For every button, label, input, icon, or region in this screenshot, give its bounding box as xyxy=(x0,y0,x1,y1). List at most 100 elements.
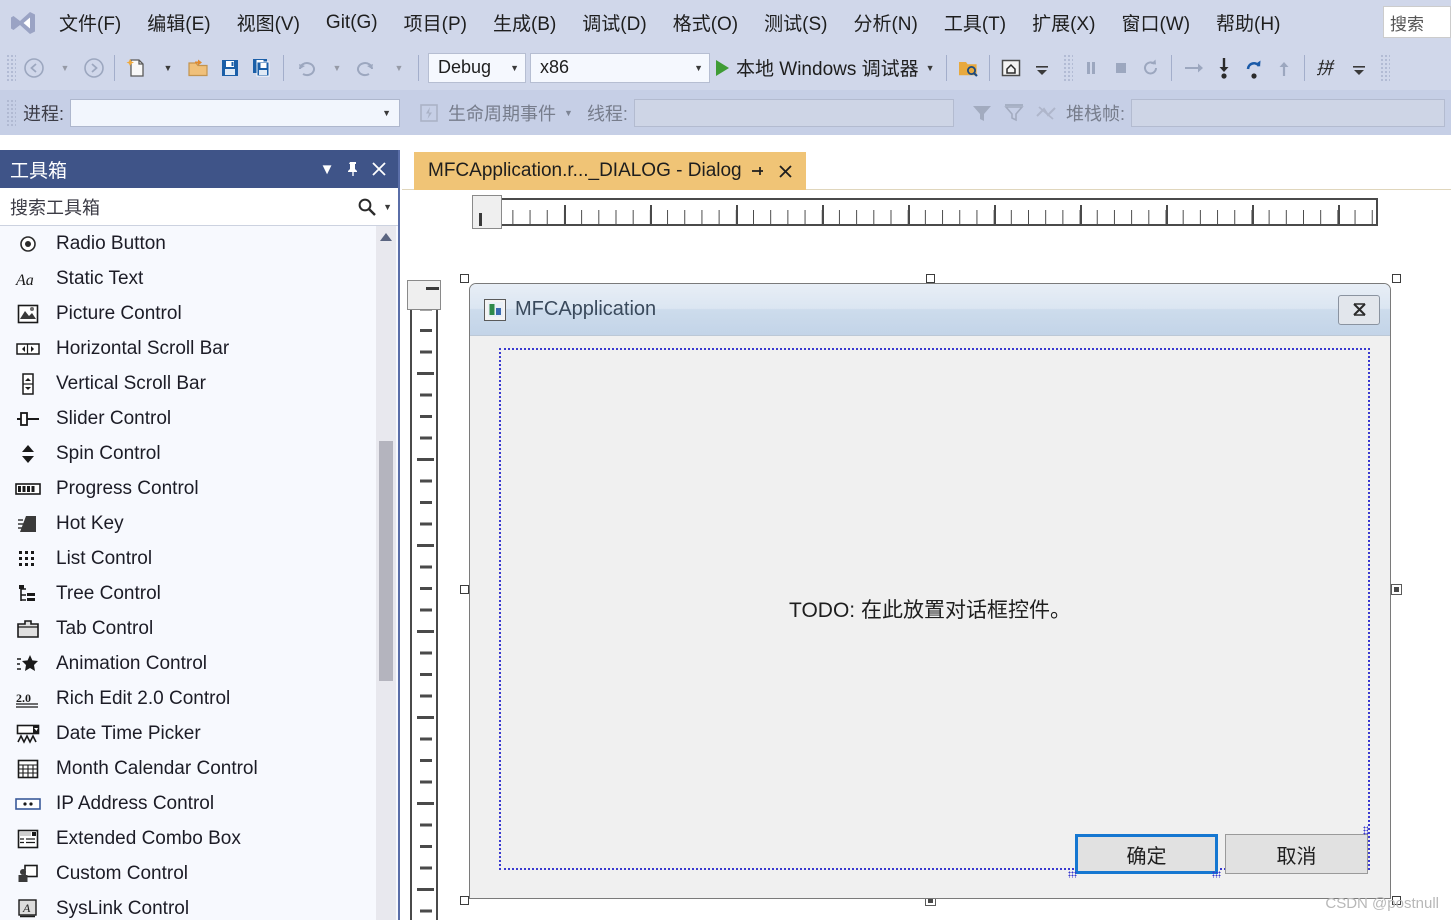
hex-display-button[interactable]: 拼 xyxy=(1310,49,1344,87)
chevron-down-icon[interactable]: ▼ xyxy=(564,108,573,118)
toolbox-search-input[interactable]: 搜索工具箱 ▼ xyxy=(0,188,398,226)
toolbox-item-slider-control[interactable]: Slider Control xyxy=(0,401,376,436)
undo-dropdown[interactable]: ▼ xyxy=(321,49,351,87)
toolbox-item-custom-control[interactable]: Custom Control xyxy=(0,856,376,891)
navigate-back-dropdown[interactable]: ▼ xyxy=(49,49,79,87)
toolbox-item-progress-control[interactable]: Progress Control xyxy=(0,471,376,506)
cancel-button-handle-top-right[interactable] xyxy=(1363,826,1368,835)
toolbar-grip[interactable] xyxy=(6,53,16,82)
toolbox-item-list-control[interactable]: List Control xyxy=(0,541,376,576)
dialog-selection-wrapper[interactable]: MFCApplication TODO: 在此放置对话框控件。 确定 取消 xyxy=(460,274,1402,906)
step-into-button[interactable] xyxy=(1209,49,1239,87)
step-return-button[interactable] xyxy=(1239,49,1269,87)
close-icon[interactable] xyxy=(366,155,392,183)
toolbar-grip[interactable] xyxy=(1379,53,1390,82)
toolbox-item-tree-control[interactable]: Tree Control xyxy=(0,576,376,611)
ok-button-handle-bottom-left[interactable] xyxy=(1068,871,1077,878)
start-debugging-button[interactable]: 本地 Windows 调试器 ▼ xyxy=(710,49,941,87)
scrollbar-thumb[interactable] xyxy=(379,441,393,681)
pin-icon[interactable] xyxy=(746,157,770,185)
menu-item-tools[interactable]: 工具(T) xyxy=(931,0,1019,45)
menu-item-view[interactable]: 视图(V) xyxy=(224,0,313,45)
navigate-forward-button[interactable] xyxy=(79,49,109,87)
toolbox-item-picture-control[interactable]: Picture Control xyxy=(0,296,376,331)
mfc-dialog-preview[interactable]: MFCApplication TODO: 在此放置对话框控件。 确定 取消 xyxy=(469,283,1391,899)
hex-display-dropdown[interactable] xyxy=(1344,49,1374,87)
undo-button[interactable] xyxy=(289,49,321,87)
resize-handle-middle-left[interactable] xyxy=(460,585,469,594)
lifecycle-events-icon[interactable] xyxy=(414,94,444,132)
new-file-button[interactable] xyxy=(120,49,152,87)
toolbox-item-static-text[interactable]: Aa Static Text xyxy=(0,261,376,296)
toolbox-item-date-time-picker[interactable]: Date Time Picker xyxy=(0,716,376,751)
menu-item-file[interactable]: 文件(F) xyxy=(46,0,134,45)
folder-search-button[interactable] xyxy=(952,49,984,87)
toolbox-item-syslink-control[interactable]: A SysLink Control xyxy=(0,891,376,920)
redo-dropdown[interactable]: ▼ xyxy=(383,49,413,87)
resize-handle-top-left[interactable] xyxy=(460,274,469,283)
dialog-design-surface[interactable]: MFCApplication TODO: 在此放置对话框控件。 确定 取消 xyxy=(402,190,1451,920)
menu-item-test[interactable]: 测试(S) xyxy=(751,0,840,45)
step-over-button[interactable] xyxy=(1177,49,1209,87)
dialog-cancel-button[interactable]: 取消 xyxy=(1225,834,1368,874)
save-all-button[interactable] xyxy=(246,49,278,87)
new-file-dropdown[interactable]: ▼ xyxy=(152,49,182,87)
menu-item-help[interactable]: 帮助(H) xyxy=(1203,0,1293,45)
search-icon[interactable] xyxy=(357,197,377,217)
toolbox-item-animation-control[interactable]: Animation Control xyxy=(0,646,376,681)
toolbox-item-radio-button[interactable]: Radio Button xyxy=(0,226,376,261)
menu-item-debug[interactable]: 调试(D) xyxy=(569,0,659,45)
dialog-todo-static-text[interactable]: TODO: 在此放置对话框控件。 xyxy=(470,594,1390,624)
menu-item-format[interactable]: 格式(O) xyxy=(660,0,751,45)
menu-item-analyze[interactable]: 分析(N) xyxy=(840,0,930,45)
toolbox-item-ip-address-control[interactable]: IP Address Control xyxy=(0,786,376,821)
toolbox-item-hot-key[interactable]: Hot Key xyxy=(0,506,376,541)
solution-configuration-dropdown[interactable]: Debug ▼ xyxy=(428,52,526,83)
close-icon[interactable] xyxy=(1338,294,1380,325)
toolbar-grip[interactable] xyxy=(6,98,16,127)
menu-item-build[interactable]: 生成(B) xyxy=(480,0,569,45)
dialog-client-area[interactable]: TODO: 在此放置对话框控件。 确定 取消 xyxy=(470,336,1390,898)
resize-handle-top-center[interactable] xyxy=(926,274,935,283)
dialog-ok-button[interactable]: 确定 xyxy=(1075,834,1218,874)
filter-clear-icon[interactable] xyxy=(998,94,1030,132)
home-frame-button[interactable] xyxy=(995,49,1027,87)
scroll-up-arrow-icon[interactable] xyxy=(376,226,396,248)
global-search-input[interactable]: 搜索 xyxy=(1383,6,1451,38)
menu-item-window[interactable]: 窗口(W) xyxy=(1108,0,1203,45)
toolbox-item-vertical-scroll-bar[interactable]: Vertical Scroll Bar xyxy=(0,366,376,401)
menu-item-edit[interactable]: 编辑(E) xyxy=(134,0,223,45)
solution-platform-dropdown[interactable]: x86 ▼ xyxy=(530,52,710,83)
restart-button[interactable] xyxy=(1136,49,1166,87)
toolbox-scrollbar[interactable] xyxy=(376,226,396,920)
stackframe-dropdown[interactable] xyxy=(1130,98,1445,127)
ok-button-handle-bottom-right[interactable] xyxy=(1212,871,1221,878)
save-button[interactable] xyxy=(214,49,246,87)
toggle-threads-icon[interactable] xyxy=(1030,94,1062,132)
pause-button[interactable] xyxy=(1076,49,1106,87)
menu-item-extensions[interactable]: 扩展(X) xyxy=(1019,0,1108,45)
toolbox-item-extended-combo-box[interactable]: Extended Combo Box xyxy=(0,821,376,856)
toolbox-item-horizontal-scroll-bar[interactable]: Horizontal Scroll Bar xyxy=(0,331,376,366)
pin-icon[interactable] xyxy=(340,155,366,183)
thread-dropdown[interactable] xyxy=(633,98,954,127)
menu-item-project[interactable]: 项目(P) xyxy=(391,0,480,45)
home-frame-dropdown[interactable] xyxy=(1027,49,1057,87)
resize-handle-top-right[interactable] xyxy=(1392,274,1401,283)
vertical-ruler-origin-handle[interactable] xyxy=(407,280,441,310)
chevron-down-icon[interactable]: ▼ xyxy=(383,202,392,212)
resize-handle-bottom-left[interactable] xyxy=(460,896,469,905)
toolbar-grip[interactable] xyxy=(1062,53,1073,82)
close-icon[interactable] xyxy=(774,157,798,185)
process-dropdown[interactable]: ▼ xyxy=(70,98,401,127)
toolbox-item-month-calendar-control[interactable]: Month Calendar Control xyxy=(0,751,376,786)
resize-handle-middle-right[interactable] xyxy=(1391,584,1402,595)
horizontal-ruler-origin-handle[interactable] xyxy=(472,195,502,229)
stop-button[interactable] xyxy=(1106,49,1136,87)
chevron-down-icon[interactable]: ▼ xyxy=(314,155,340,183)
toolbox-item-tab-control[interactable]: Tab Control xyxy=(0,611,376,646)
open-file-button[interactable] xyxy=(182,49,214,87)
toolbox-item-spin-control[interactable]: Spin Control xyxy=(0,436,376,471)
toolbox-item-rich-edit-control[interactable]: 2.0 Rich Edit 2.0 Control xyxy=(0,681,376,716)
menu-item-git[interactable]: Git(G) xyxy=(313,0,391,45)
